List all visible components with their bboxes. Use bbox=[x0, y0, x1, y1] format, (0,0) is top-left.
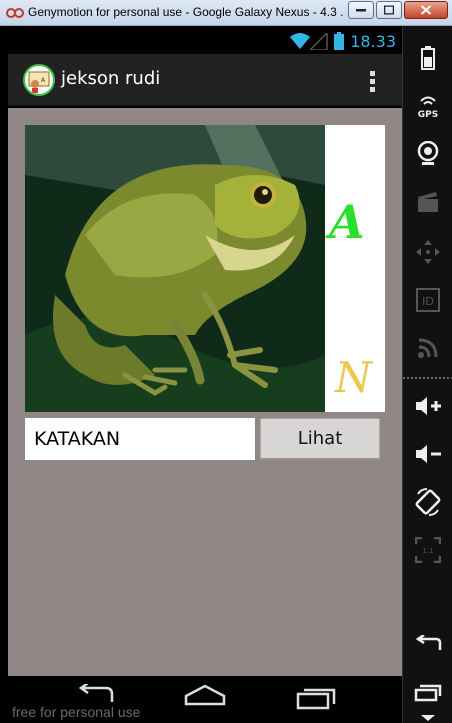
dpad-icon bbox=[416, 240, 440, 264]
toolbar-back-tool[interactable] bbox=[403, 624, 452, 664]
toolbar-menu-tool[interactable] bbox=[403, 710, 452, 723]
svg-text:ID: ID bbox=[422, 295, 434, 308]
recent-apps-icon bbox=[414, 684, 442, 702]
webcam-tool[interactable] bbox=[403, 134, 452, 174]
scale-tool[interactable]: 1:1 bbox=[403, 530, 452, 570]
svg-text:GPS: GPS bbox=[418, 110, 438, 119]
id-icon: ID bbox=[416, 288, 440, 312]
window-title-bar: Genymotion for personal use - Google Gal… bbox=[0, 0, 452, 26]
main-content: A N Lihat bbox=[8, 108, 402, 676]
webcam-icon bbox=[417, 141, 439, 165]
menu-icon bbox=[421, 714, 435, 721]
gps-tool[interactable]: GPS bbox=[403, 86, 452, 126]
toolbar-recent-tool[interactable] bbox=[403, 672, 452, 712]
maximize-icon bbox=[384, 5, 394, 15]
emulator-toolbar: GPS ID 1:1 bbox=[402, 26, 452, 723]
wifi-icon bbox=[290, 33, 310, 49]
device-id-tool[interactable]: ID bbox=[403, 280, 452, 320]
capture-icon bbox=[418, 192, 438, 212]
rss-icon bbox=[418, 338, 438, 358]
letter-n: N bbox=[335, 353, 372, 402]
status-time: 18.33 bbox=[350, 32, 396, 51]
maximize-button[interactable] bbox=[376, 1, 402, 19]
app-title: jekson rudi bbox=[61, 68, 161, 89]
frog-photo bbox=[25, 125, 325, 412]
genymotion-logo-icon bbox=[6, 8, 24, 18]
capture-tool[interactable] bbox=[403, 182, 452, 222]
close-icon bbox=[420, 5, 432, 15]
battery-icon bbox=[421, 46, 435, 70]
status-bar: 18.33 bbox=[8, 30, 402, 54]
minimize-icon bbox=[356, 9, 366, 12]
action-bar: A jekson rudi bbox=[8, 54, 402, 106]
app-icon[interactable]: A bbox=[23, 64, 55, 96]
minimize-button[interactable] bbox=[348, 1, 374, 19]
rss-tool[interactable] bbox=[403, 328, 452, 368]
recent-apps-icon[interactable] bbox=[296, 684, 336, 710]
volume-up-tool[interactable] bbox=[403, 386, 452, 426]
dpad-tool[interactable] bbox=[403, 232, 452, 272]
toolbar-divider bbox=[403, 377, 452, 379]
gps-icon: GPS bbox=[418, 96, 438, 119]
rotate-icon bbox=[415, 488, 441, 516]
volume-down-tool[interactable] bbox=[403, 434, 452, 474]
lihat-button[interactable]: Lihat bbox=[260, 418, 380, 460]
back-icon bbox=[415, 635, 442, 650]
app-logo-icon: A bbox=[28, 71, 50, 93]
volume-up-icon bbox=[416, 397, 441, 415]
signal-icon bbox=[310, 33, 328, 50]
word-input[interactable] bbox=[25, 418, 255, 460]
battery-tool[interactable] bbox=[403, 38, 452, 78]
battery-icon bbox=[334, 32, 344, 50]
close-button[interactable] bbox=[404, 1, 448, 19]
device-screen: 18.33 A jekson rudi A N KATAKAN Lihat bbox=[8, 26, 402, 723]
letter-a: A bbox=[329, 195, 365, 249]
watermark: free for personal use bbox=[12, 704, 141, 720]
overflow-menu-icon[interactable] bbox=[362, 68, 382, 94]
volume-down-icon bbox=[416, 445, 441, 463]
scale-icon: 1:1 bbox=[415, 537, 441, 563]
svg-text:1:1: 1:1 bbox=[422, 547, 433, 555]
image-view: A N bbox=[25, 125, 385, 412]
window-title: Genymotion for personal use - Google Gal… bbox=[28, 5, 344, 19]
rotate-tool[interactable] bbox=[403, 482, 452, 522]
home-icon[interactable] bbox=[184, 684, 226, 708]
